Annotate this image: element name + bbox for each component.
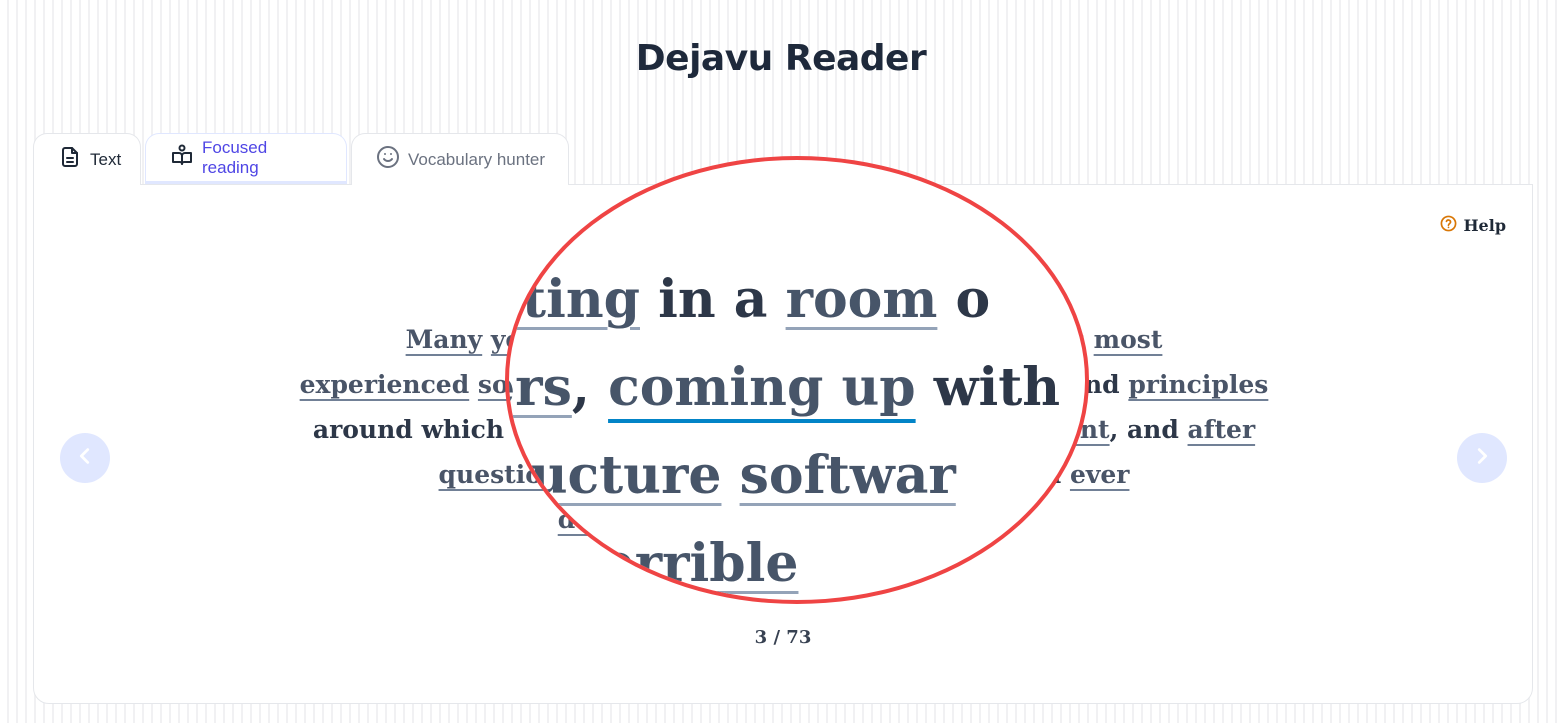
vocab-word[interactable]: softwar bbox=[740, 445, 956, 506]
vocab-word[interactable]: principles bbox=[1128, 370, 1268, 399]
text-line: structure softwar bbox=[509, 432, 1085, 520]
magnifier-lens: sitting in a room oeers, coming up withs… bbox=[505, 156, 1089, 604]
question-circle-icon bbox=[1440, 215, 1457, 236]
magnified-text: sitting in a room oeers, coming up withs… bbox=[509, 256, 1085, 600]
plain-text: , bbox=[571, 357, 609, 418]
tab-bar: Text Focused reading Vocabulary hunter bbox=[33, 133, 569, 185]
page-title: Dejavu Reader bbox=[635, 38, 927, 79]
text-line: sitting in a room o bbox=[509, 256, 1085, 344]
text-line: eers, coming up with bbox=[509, 344, 1085, 432]
next-page-button[interactable] bbox=[1457, 433, 1507, 483]
tab-focused-reading[interactable]: Focused reading bbox=[145, 133, 347, 184]
document-icon bbox=[58, 145, 82, 174]
plain-text bbox=[469, 370, 478, 399]
vocab-word[interactable]: experienced bbox=[300, 370, 470, 399]
plain-text: o bbox=[937, 269, 991, 330]
vocab-word[interactable]: Many bbox=[406, 325, 483, 354]
vocab-word[interactable]: structure bbox=[509, 445, 721, 506]
tab-focused-reading-label: Focused reading bbox=[202, 137, 268, 177]
book-reader-icon bbox=[170, 143, 194, 172]
page-counter: 3 / 73 bbox=[754, 627, 812, 648]
tab-text-label: Text bbox=[90, 149, 122, 169]
vocab-word[interactable]: after bbox=[1188, 415, 1256, 444]
vocab-word[interactable]: terrible bbox=[578, 533, 799, 594]
chevron-right-icon bbox=[1471, 445, 1493, 472]
help-label: Help bbox=[1463, 216, 1506, 235]
plain-text bbox=[721, 445, 739, 506]
plain-text: in a bbox=[640, 269, 786, 330]
smiley-icon bbox=[376, 145, 400, 174]
tab-vocabulary-hunter-label: Vocabulary hunter bbox=[408, 149, 546, 169]
plain-text: with bbox=[915, 357, 1061, 418]
previous-page-button[interactable] bbox=[60, 433, 110, 483]
vocab-word[interactable]: most bbox=[1094, 325, 1163, 354]
vocab-word[interactable]: sitting bbox=[509, 269, 640, 330]
plain-text: to a bbox=[509, 533, 560, 594]
plain-text bbox=[482, 325, 491, 354]
tab-vocabulary-hunter[interactable]: Vocabulary hunter bbox=[351, 133, 569, 185]
text-line: to a terrible bbox=[509, 520, 1085, 600]
tab-text[interactable]: Text bbox=[33, 133, 141, 185]
plain-text: , and bbox=[1109, 415, 1188, 444]
chevron-left-icon bbox=[74, 445, 96, 472]
help-button[interactable]: Help bbox=[1440, 215, 1506, 236]
vocab-word[interactable]: eers bbox=[509, 357, 572, 418]
vocab-word[interactable]: room bbox=[786, 269, 938, 330]
highlighted-phrase[interactable]: coming up bbox=[608, 357, 916, 418]
